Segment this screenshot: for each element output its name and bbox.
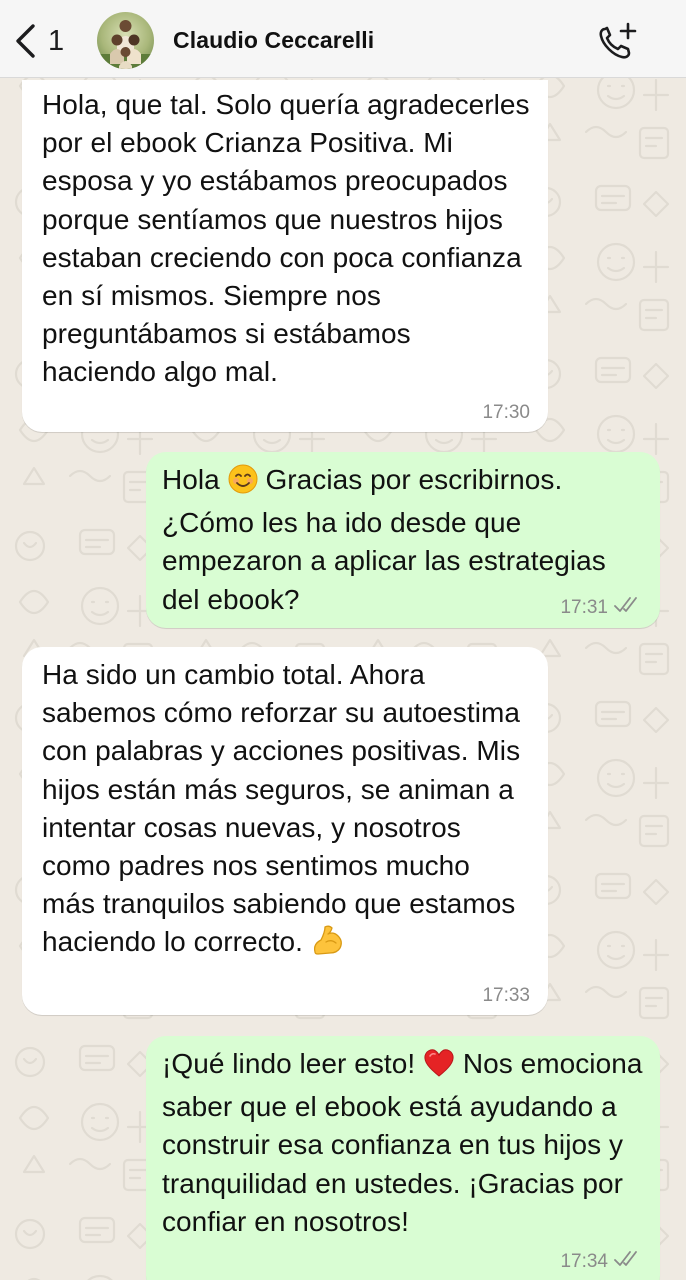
message-bubble-incoming[interactable]: Hola, que tal. Solo quería agradecerles …: [22, 80, 548, 432]
message-time: 17:31: [560, 596, 608, 618]
smiling-face-emoji-icon: [228, 464, 258, 504]
message-text-part: Hola: [162, 464, 228, 495]
chat-header: 1 Claudio Ceccarelli: [0, 0, 686, 78]
message-bubble-incoming[interactable]: Ha sido un cambio total. Ahora sabemos c…: [22, 647, 548, 1015]
message-bubble-outgoing[interactable]: Hola Gracias por escribirnos. ¿Cómo les …: [146, 452, 660, 628]
message-time: 17:30: [482, 402, 530, 423]
unread-count: 1: [48, 24, 65, 57]
message-time: 17:34: [560, 1250, 608, 1272]
red-heart-emoji-icon: [423, 1048, 455, 1088]
message-text: Ha sido un cambio total. Ahora sabemos c…: [42, 656, 530, 967]
contact-name[interactable]: Claudio Ceccarelli: [173, 27, 374, 54]
chevron-left-icon: [14, 23, 36, 59]
phone-plus-icon: [597, 22, 639, 68]
message-meta: 17:33: [482, 986, 530, 1005]
message-meta: 17:34: [560, 1250, 642, 1272]
message-text-part: ¡Qué lindo leer esto!: [162, 1048, 424, 1079]
flexed-biceps-emoji-icon: [311, 924, 345, 966]
double-check-read-icon: [614, 596, 642, 618]
message-meta: 17:30: [482, 403, 530, 422]
message-text-part: Ha sido un cambio total. Ahora sabemos c…: [42, 659, 521, 958]
message-meta: 17:31: [560, 596, 642, 618]
double-check-read-icon: [614, 1250, 642, 1272]
message-text: Hola, que tal. Solo quería agradecerles …: [42, 89, 530, 388]
message-bubble-outgoing[interactable]: ¡Qué lindo leer esto! Nos emociona saber…: [146, 1036, 660, 1280]
back-button[interactable]: 1: [14, 20, 78, 62]
avatar[interactable]: [97, 12, 154, 69]
add-call-button[interactable]: [597, 22, 639, 64]
message-text: ¡Qué lindo leer esto! Nos emociona saber…: [162, 1045, 648, 1241]
message-time: 17:33: [482, 985, 530, 1006]
